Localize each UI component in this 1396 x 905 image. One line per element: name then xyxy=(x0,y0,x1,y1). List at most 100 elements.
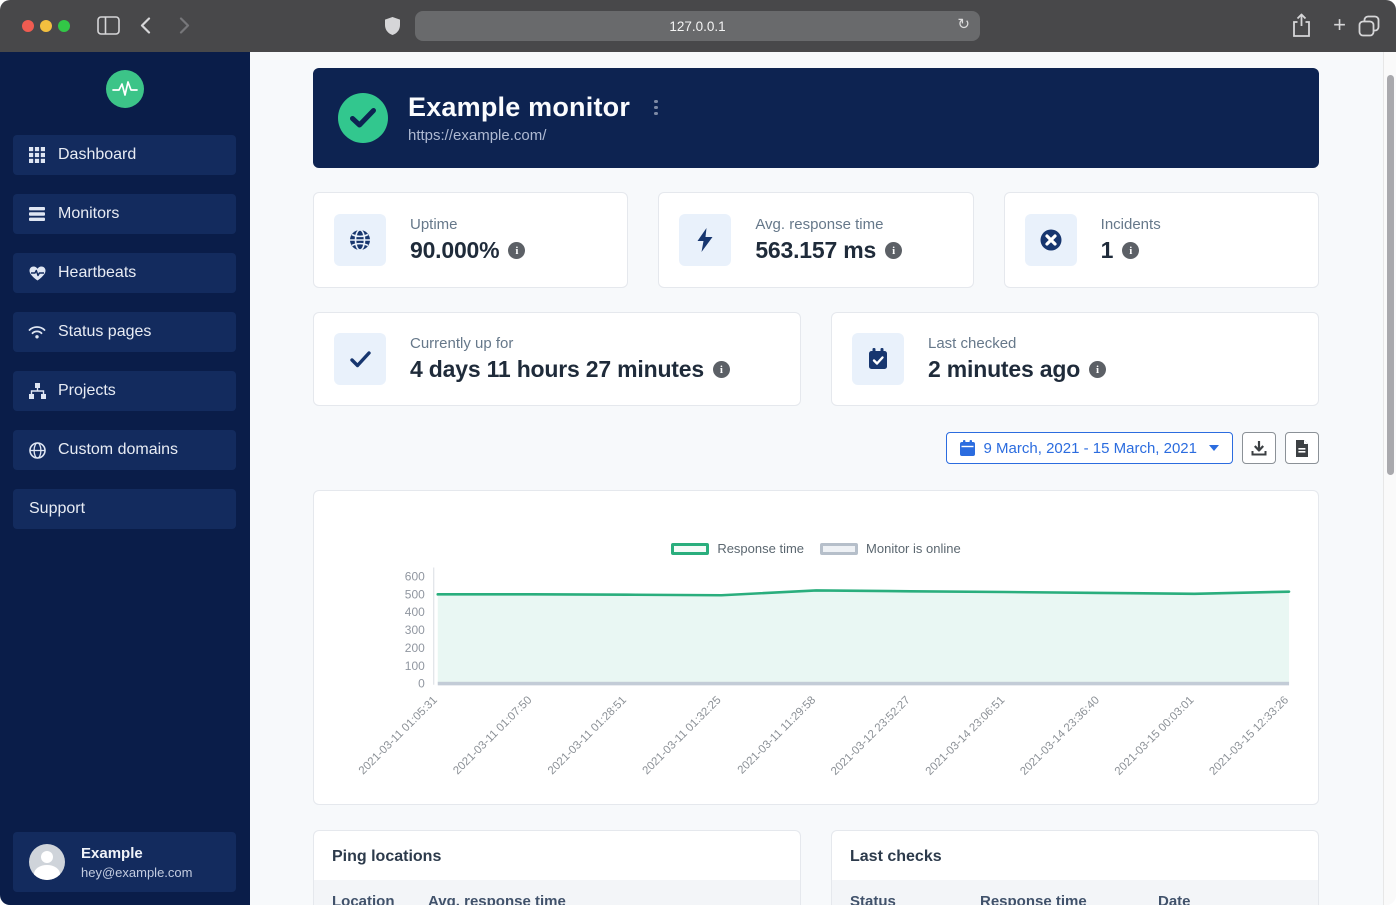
download-button[interactable] xyxy=(1242,432,1276,464)
chart-legend: Response time Monitor is online xyxy=(314,541,1318,556)
ping-locations-card: Ping locations Location Avg. response ti… xyxy=(313,830,801,905)
svg-text:2021-03-11 01:32:25: 2021-03-11 01:32:25 xyxy=(640,694,723,777)
back-icon[interactable] xyxy=(140,17,151,34)
sidebar-toggle-icon[interactable] xyxy=(97,16,120,35)
svg-text:500: 500 xyxy=(405,587,425,601)
last-checks-title: Last checks xyxy=(850,848,942,865)
zoom-window-button[interactable] xyxy=(58,20,70,32)
new-tab-icon[interactable]: + xyxy=(1333,12,1346,38)
heartbeat-icon xyxy=(28,264,46,282)
sidebar-item-monitors[interactable]: Monitors xyxy=(13,194,236,234)
browser-window: 127.0.0.1 ↻ + Dashboard Monitors Heartbe… xyxy=(0,0,1396,905)
address-bar[interactable]: 127.0.0.1 ↻ xyxy=(415,11,980,41)
sidebar-item-label: Monitors xyxy=(58,205,120,222)
sidebar-item-custom-domains[interactable]: Custom domains xyxy=(13,430,236,470)
sidebar: Dashboard Monitors Heartbeats Status pag… xyxy=(0,52,250,905)
legend-response-time[interactable]: Response time xyxy=(671,541,804,556)
svg-text:400: 400 xyxy=(405,605,425,619)
info-icon[interactable]: i xyxy=(712,361,730,378)
share-icon[interactable] xyxy=(1292,13,1311,38)
close-window-button[interactable] xyxy=(22,20,34,32)
svg-text:2021-03-14 23:06:51: 2021-03-14 23:06:51 xyxy=(924,694,1008,777)
ping-locations-title: Ping locations xyxy=(332,848,442,865)
globe-icon xyxy=(334,214,386,266)
calendar-check-icon xyxy=(852,333,904,385)
pulse-logo-icon[interactable] xyxy=(106,70,144,108)
svg-text:0: 0 xyxy=(418,677,425,691)
sidebar-item-support[interactable]: Support xyxy=(13,489,236,529)
user-menu[interactable]: Example hey@example.com xyxy=(13,832,236,892)
ping-locations-header: Location Avg. response time xyxy=(314,880,800,905)
stat-label: Uptime xyxy=(410,216,458,233)
wifi-icon xyxy=(28,323,46,341)
sidebar-nav: Dashboard Monitors Heartbeats Status pag… xyxy=(0,135,250,529)
sitemap-icon xyxy=(28,382,46,400)
minimize-window-button[interactable] xyxy=(40,20,52,32)
scrollbar[interactable] xyxy=(1383,52,1396,905)
sidebar-item-label: Projects xyxy=(58,382,116,399)
svg-text:2021-03-12 23:52:27: 2021-03-12 23:52:27 xyxy=(829,694,913,777)
currently-up-card: Currently up for 4 days 11 hours 27 minu… xyxy=(313,312,801,406)
response-time-chart[interactable]: 01002003004005006002021-03-11 01:05:31 20… xyxy=(314,491,1318,804)
grid-icon xyxy=(28,146,46,164)
svg-text:300: 300 xyxy=(405,623,425,637)
sidebar-item-status-pages[interactable]: Status pages xyxy=(13,312,236,352)
sidebar-item-dashboard[interactable]: Dashboard xyxy=(13,135,236,175)
reload-icon[interactable]: ↻ xyxy=(957,15,970,33)
legend-swatch-gray xyxy=(820,542,859,555)
check-icon xyxy=(334,333,386,385)
address-text: 127.0.0.1 xyxy=(669,18,726,34)
svg-text:2021-03-11 01:28:51: 2021-03-11 01:28:51 xyxy=(546,694,629,777)
date-range-button[interactable]: 9 March, 2021 - 15 March, 2021 xyxy=(945,432,1233,464)
check-circle-icon xyxy=(338,93,388,143)
date-range-label: 9 March, 2021 - 15 March, 2021 xyxy=(983,439,1197,457)
kebab-menu-icon[interactable] xyxy=(650,96,662,120)
column-location: Location xyxy=(332,893,395,905)
last-checks-card: Last checks Status Response time Date xyxy=(831,830,1319,905)
legend-swatch-green xyxy=(671,542,710,555)
download-icon xyxy=(1251,441,1267,456)
incidents-card: Incidents 1 i xyxy=(1003,192,1319,288)
response-time-chart-card: Response time Monitor is online 0 100 200 3… xyxy=(313,490,1319,805)
column-date: Date xyxy=(1158,893,1191,905)
main-content: Example monitor https://example.com/ Upt… xyxy=(250,52,1396,905)
svg-text:600: 600 xyxy=(405,569,425,583)
calendar-icon xyxy=(959,440,975,456)
sidebar-item-label: Status pages xyxy=(58,323,152,340)
svg-text:2021-03-14 23:36:40: 2021-03-14 23:36:40 xyxy=(1018,694,1102,777)
svg-text:2021-03-11 01:07:50: 2021-03-11 01:07:50 xyxy=(451,694,534,777)
last-checks-header: Status Response time Date xyxy=(832,880,1318,905)
pdf-export-button[interactable] xyxy=(1285,432,1319,464)
info-icon[interactable]: i xyxy=(1122,242,1140,259)
column-status: Status xyxy=(850,893,896,905)
user-name: Example xyxy=(81,844,143,862)
column-response-time: Response time xyxy=(980,893,1087,905)
sidebar-item-label: Heartbeats xyxy=(58,264,137,281)
svg-text:2021-03-15 12:33:26: 2021-03-15 12:33:26 xyxy=(1207,694,1291,777)
x-circle-icon xyxy=(1024,214,1077,266)
monitor-header-card: Example monitor https://example.com/ xyxy=(313,68,1319,168)
svg-text:2021-03-15 00:03:01: 2021-03-15 00:03:01 xyxy=(1113,694,1197,777)
info-icon[interactable]: i xyxy=(885,242,903,259)
stat-label: Last checked xyxy=(928,335,1017,352)
info-icon[interactable]: i xyxy=(508,242,526,259)
sidebar-item-heartbeats[interactable]: Heartbeats xyxy=(13,253,236,293)
sidebar-item-projects[interactable]: Projects xyxy=(13,371,236,411)
stat-value: 90.000% xyxy=(410,237,500,263)
tables-row: Ping locations Location Avg. response ti… xyxy=(313,830,1319,905)
app-content: Dashboard Monitors Heartbeats Status pag… xyxy=(0,52,1396,905)
last-checked-card: Last checked 2 minutes ago i xyxy=(831,312,1319,406)
stat-label: Incidents xyxy=(1100,216,1161,233)
scrollbar-thumb[interactable] xyxy=(1386,75,1394,475)
shield-icon[interactable] xyxy=(384,16,401,36)
sidebar-item-label: Dashboard xyxy=(58,146,137,163)
tabs-icon[interactable] xyxy=(1358,15,1380,37)
legend-monitor-online[interactable]: Monitor is online xyxy=(820,541,961,556)
svg-text:200: 200 xyxy=(405,641,425,655)
svg-text:100: 100 xyxy=(405,659,425,673)
file-pdf-icon xyxy=(1296,439,1308,457)
monitor-title: Example monitor xyxy=(408,92,631,122)
forward-icon[interactable] xyxy=(179,17,190,34)
info-icon[interactable]: i xyxy=(1089,361,1107,378)
stat-label: Currently up for xyxy=(410,335,514,352)
